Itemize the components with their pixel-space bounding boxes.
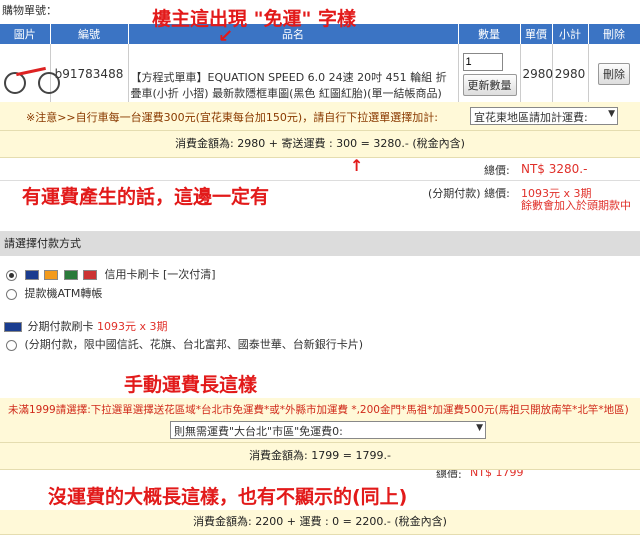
shipping-note-bar: ※注意>>自行車每一台運費300元(宜花東每台加150元)，請自行下拉選單選擇加… [0, 102, 640, 131]
visa-installment-icon [4, 322, 22, 332]
header-image: 圖片 [0, 24, 51, 44]
installment-banks-label: (分期付款，限中國信託、花旗、台北富邦、國泰世華、台新銀行卡片) [24, 338, 364, 351]
update-quantity-button[interactable]: 更新數量 [462, 73, 517, 96]
total-value: NT$ 3280.- [521, 162, 588, 176]
credit-label: 信用卡刷卡 [一次付清] [104, 268, 216, 281]
annotation-manual: 手動運費長這樣 [124, 374, 258, 396]
item-subtotal: 2980 [552, 44, 589, 105]
total-amount-bar-1: 消費金額為: 2980 + 寄送運費 : 300 = 3280.- (稅金內含) [0, 131, 640, 158]
header-subtotal: 小計 [552, 24, 589, 44]
mastercard-icon [44, 270, 58, 280]
cart-table: 圖片 編號 品名 數量 單價 小計 刪除 b91783488 【方程式單車】EQ… [0, 24, 640, 105]
item-delete-cell: 刪除 [588, 44, 640, 105]
delete-button[interactable]: 刪除 [598, 63, 630, 85]
manual-select-value: 則無需運費"大台北"市區"免運費0: [174, 425, 343, 438]
atm-label: 提款機ATM轉帳 [24, 287, 103, 300]
partial-total-value: NT$ 1799 [470, 470, 524, 478]
manual-shipping-text: 未滿1999請選擇:下拉選單選擇送花區域*台北市免運費*或*外縣市加運費 *,2… [8, 404, 629, 416]
total-amount-bar-2: 消費金額為: 1799 = 1799.- [0, 443, 640, 470]
item-qty-cell: 更新數量 [458, 44, 521, 105]
total-amount-bar-3: 消費金額為: 2200 + 運費 : 0 = 2200.- (稅金內含) [0, 510, 640, 535]
installment-label: (分期付款) 總價: [428, 187, 510, 200]
payment-atm-option[interactable]: 提款機ATM轉帳 [6, 285, 102, 301]
total-row: 總價: NT$ 3280.- [0, 158, 640, 181]
payment-credit-option[interactable]: 信用卡刷卡 [一次付清] [6, 266, 216, 282]
manual-shipping-bar: 未滿1999請選擇:下拉選單選擇送花區域*台北市免運費*或*外縣市加運費 *,2… [0, 398, 640, 443]
quantity-input[interactable] [462, 52, 503, 71]
annotation-bottom: 沒運費的大概長這樣，也有不顯示的(同上) [48, 482, 408, 509]
installment-card-label: 分期付款刷卡 [27, 320, 94, 333]
jcb-icon [63, 270, 78, 280]
card-icon [83, 270, 97, 280]
installment-card-value: 1093元 x 3期 [97, 320, 168, 333]
cart-item-row: b91783488 【方程式單車】EQUATION SPEED 6.0 24速 … [0, 44, 640, 105]
shipping-note-text: ※注意>>自行車每一台運費300元(宜花東每台加150元)，請自行下拉選單選擇加… [26, 111, 438, 124]
chevron-down-icon: ▼ [476, 423, 483, 433]
item-price: 2980 [520, 44, 553, 105]
credit-radio[interactable] [6, 269, 17, 281]
region-select-value: 宜花東地區請加計運費: [474, 111, 588, 124]
header-code: 編號 [50, 24, 129, 44]
payment-section-header: 請選擇付款方式 [0, 232, 640, 256]
visa-icon [24, 270, 39, 280]
installment-row: (分期付款) 總價: 1093元 x 3期 餘數會加入於頭期款中 [0, 181, 640, 232]
bike-image[interactable] [2, 54, 62, 94]
item-name-cell: 【方程式單車】EQUATION SPEED 6.0 24速 20吋 451 輪組… [128, 44, 459, 105]
partial-total-row: 總價: NT$ 1799 [0, 470, 640, 478]
installment-radio[interactable] [6, 339, 17, 351]
payment-installment-option[interactable]: (分期付款，限中國信託、花旗、台北富邦、國泰世華、台新銀行卡片) [6, 336, 363, 352]
total-label: 總價: [484, 164, 510, 177]
header-qty: 數量 [458, 24, 521, 44]
atm-radio[interactable] [6, 288, 17, 300]
manual-shipping-select[interactable]: 則無需運費"大台北"市區"免運費0: ▼ [170, 421, 486, 439]
order-number-label: 購物單號： [2, 4, 57, 17]
annotation-top: 樓主這出現 "免運" 字樣 [152, 8, 357, 30]
header-price: 單價 [520, 24, 553, 44]
installment-card-row: 分期付款刷卡 1093元 x 3期 [4, 318, 168, 334]
chevron-down-icon: ▼ [608, 109, 615, 119]
header-delete: 刪除 [588, 24, 640, 44]
partial-total-label: 總價: [436, 470, 462, 478]
annotation-arrow-icon: ↙ [218, 26, 234, 47]
item-name-link[interactable]: 【方程式單車】EQUATION SPEED 6.0 24速 20吋 451 輪組… [131, 71, 447, 100]
region-shipping-select[interactable]: 宜花東地區請加計運費: ▼ [470, 107, 618, 125]
item-image-cell [0, 44, 60, 105]
installment-note: 餘數會加入於頭期款中 [521, 199, 631, 212]
